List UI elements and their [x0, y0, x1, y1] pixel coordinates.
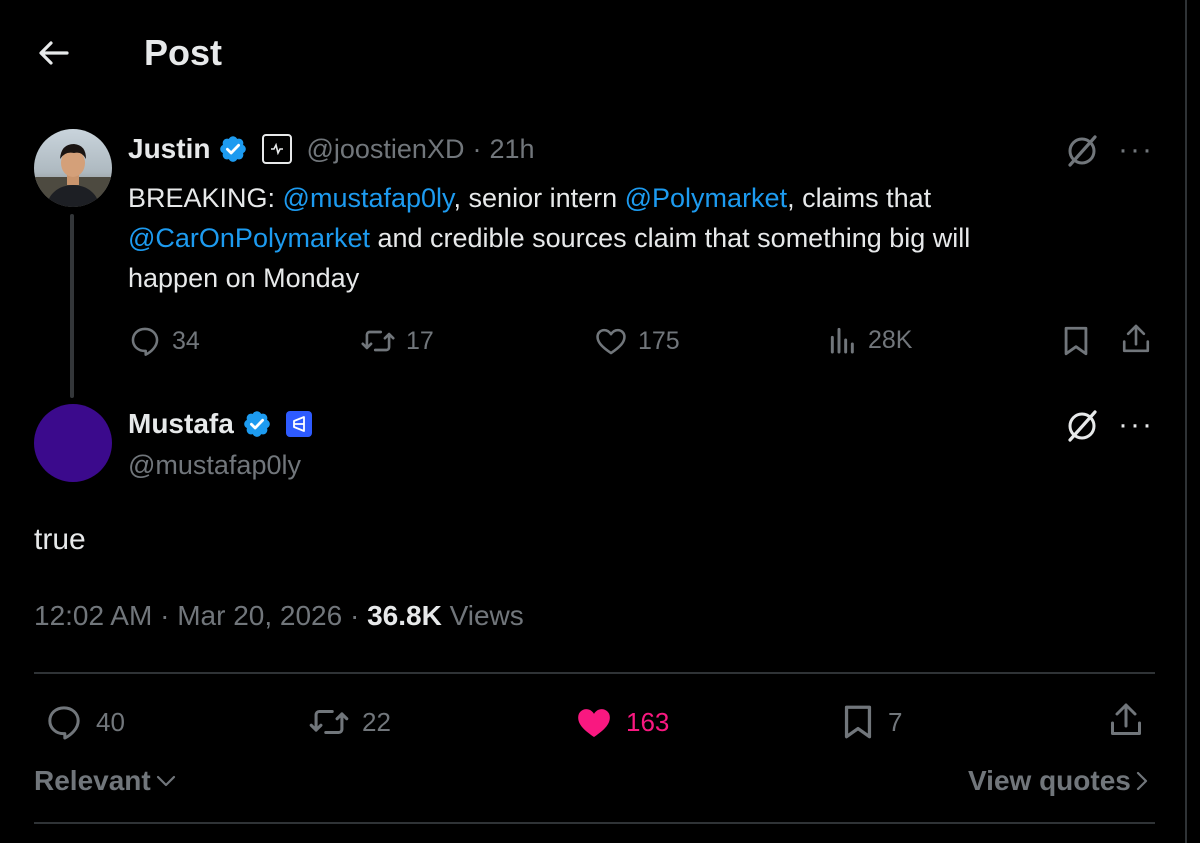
- post-date[interactable]: Mar 20, 2026: [177, 600, 342, 631]
- back-button[interactable]: [30, 30, 76, 76]
- parent-post-text: BREAKING: @mustafap0ly, senior intern @P…: [128, 183, 971, 293]
- verified-badge-icon: [243, 411, 270, 437]
- bookmark-icon: [1064, 326, 1088, 356]
- share-button[interactable]: [1120, 322, 1152, 361]
- author-name[interactable]: Mustafa: [128, 407, 234, 441]
- like-button[interactable]: 163: [574, 702, 669, 742]
- avatar[interactable]: [34, 129, 112, 207]
- affiliate-badge-icon[interactable]: [262, 134, 293, 164]
- mention-link[interactable]: @CarOnPolymarket: [128, 223, 370, 253]
- views-button[interactable]: 28K: [828, 324, 912, 356]
- page-title: Post: [144, 32, 223, 73]
- reply-icon: [48, 706, 80, 740]
- author-name[interactable]: Justin: [128, 132, 210, 166]
- post-time[interactable]: 21h: [489, 132, 534, 166]
- reply-icon: [131, 327, 159, 356]
- bookmark-count: 7: [888, 706, 903, 737]
- author-handle[interactable]: @mustafap0ly: [128, 448, 301, 482]
- reply-count: 40: [96, 706, 125, 737]
- main-post-header: Mustafa: [128, 407, 312, 441]
- post-time[interactable]: 12:02 AM: [34, 600, 152, 631]
- grok-icon: [1068, 135, 1097, 167]
- mention-link[interactable]: @mustafap0ly: [283, 183, 454, 213]
- back-arrow-icon: [39, 41, 69, 65]
- more-icon: ···: [1118, 133, 1154, 166]
- bookmark-button[interactable]: [1060, 324, 1092, 363]
- share-icon: [1111, 703, 1141, 735]
- chevron-right-icon: [1136, 771, 1147, 791]
- grok-button[interactable]: [1064, 408, 1100, 449]
- views-count: 28K: [868, 325, 913, 354]
- column-border: [1185, 0, 1187, 843]
- affiliate-badge-icon[interactable]: [285, 411, 312, 437]
- bookmark-icon: [844, 705, 872, 739]
- repost-button[interactable]: 22: [308, 702, 391, 742]
- sort-dropdown[interactable]: Relevant: [34, 765, 177, 797]
- mention-link[interactable]: @Polymarket: [625, 183, 787, 213]
- repost-icon: [361, 330, 395, 352]
- sort-label: Relevant: [34, 765, 151, 796]
- reply-button[interactable]: 34: [128, 324, 200, 358]
- more-button[interactable]: ···: [1118, 135, 1154, 165]
- divider: [34, 672, 1155, 674]
- repost-count: 17: [406, 326, 434, 355]
- share-icon: [1122, 324, 1150, 353]
- avatar[interactable]: [34, 404, 112, 482]
- like-icon: [596, 328, 626, 355]
- more-icon: ···: [1118, 408, 1154, 441]
- bookmark-button[interactable]: 7: [840, 702, 902, 742]
- grok-button[interactable]: [1064, 133, 1100, 174]
- reply-button[interactable]: 40: [44, 702, 125, 742]
- divider: [34, 822, 1155, 824]
- view-quotes-label: View quotes: [968, 765, 1131, 796]
- views-count: 36.8K: [367, 600, 442, 631]
- like-button[interactable]: 175: [594, 324, 680, 358]
- more-button[interactable]: ···: [1118, 410, 1154, 440]
- author-handle[interactable]: @joostienXD: [306, 132, 464, 166]
- views-label: Views: [449, 600, 524, 631]
- verified-badge-icon: [220, 136, 247, 162]
- separator-dot: ·: [472, 134, 482, 164]
- reply-count: 34: [172, 326, 200, 355]
- like-icon: [578, 709, 610, 737]
- share-button[interactable]: [1108, 700, 1144, 745]
- repost-count: 22: [362, 706, 391, 737]
- chevron-down-icon: [156, 775, 175, 787]
- grok-icon: [1068, 410, 1097, 442]
- view-quotes-link[interactable]: View quotes: [968, 765, 1149, 797]
- repost-icon: [309, 709, 349, 735]
- like-count: 175: [638, 326, 680, 355]
- like-count: 163: [626, 706, 670, 737]
- post-meta: 12:02 AM · Mar 20, 2026 · 36.8K Views: [34, 600, 524, 631]
- parent-post-header: Justin @joostienXD · 21h: [128, 132, 535, 166]
- views-icon: [830, 327, 854, 354]
- repost-button[interactable]: 17: [360, 324, 434, 358]
- main-post-text: true: [34, 523, 86, 556]
- thread-connector: [70, 214, 74, 398]
